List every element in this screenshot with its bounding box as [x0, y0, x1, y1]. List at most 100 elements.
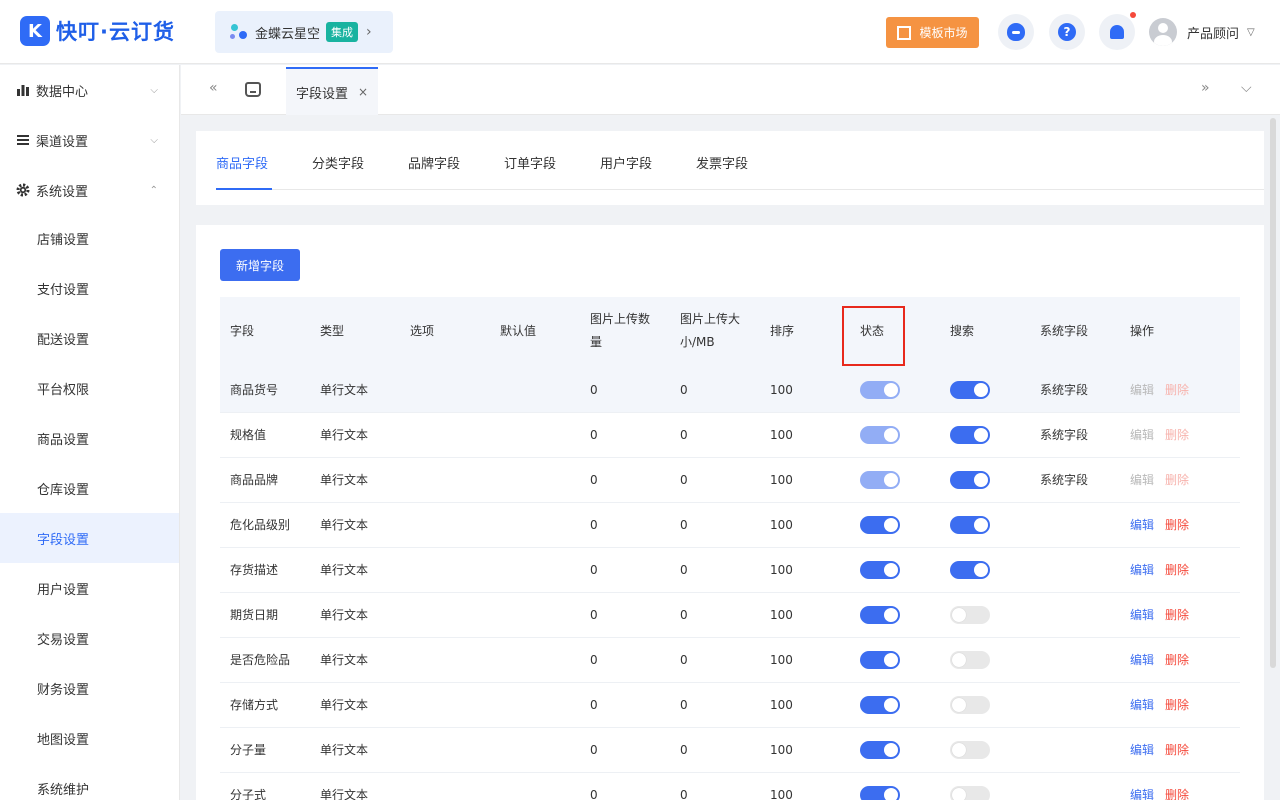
chevron-down-icon[interactable]: ⌵ — [1241, 80, 1252, 96]
status-toggle[interactable] — [860, 786, 900, 800]
cell-type: 单行文本 — [320, 428, 369, 442]
add-field-button[interactable]: 新增字段 — [220, 249, 300, 281]
edit-link[interactable]: 编辑 — [1130, 773, 1154, 800]
customer-service-button[interactable] — [998, 14, 1034, 50]
sidebar-group-system[interactable]: 系统设置 ⌃ — [0, 165, 180, 215]
close-icon[interactable]: × — [358, 85, 368, 99]
status-toggle[interactable] — [860, 561, 900, 579]
delete-link[interactable]: 删除 — [1165, 638, 1189, 682]
page-scrollbar[interactable] — [1270, 118, 1276, 668]
user-menu[interactable]: 产品顾问 ▽ — [1149, 18, 1255, 46]
cell-sort: 100 — [770, 383, 793, 397]
search-toggle[interactable] — [950, 741, 990, 759]
cell-sort: 100 — [770, 608, 793, 622]
tab-field-settings[interactable]: 字段设置 × — [286, 67, 378, 115]
search-toggle[interactable] — [950, 381, 990, 399]
user-name: 产品顾问 — [1187, 26, 1240, 42]
status-toggle — [860, 426, 900, 444]
status-column-highlight — [842, 306, 905, 366]
edit-link[interactable]: 编辑 — [1130, 683, 1154, 727]
column-header-image-count-2: 量 — [590, 335, 603, 349]
status-toggle[interactable] — [860, 741, 900, 759]
edit-link: 编辑 — [1130, 383, 1155, 397]
status-toggle[interactable] — [860, 696, 900, 714]
sidebar-item-warehouse[interactable]: 仓库设置 — [0, 463, 179, 513]
kingdee-integration-banner[interactable]: 金蝶云星空 集成 › — [215, 11, 393, 53]
delete-link[interactable]: 删除 — [1165, 683, 1189, 727]
cell-img-size: 0 — [680, 743, 688, 757]
notification-button[interactable] — [1099, 14, 1135, 50]
tab-order-fields[interactable]: 订单字段 — [504, 153, 556, 172]
search-toggle[interactable] — [950, 471, 990, 489]
search-toggle[interactable] — [950, 561, 990, 579]
edit-link[interactable]: 编辑 — [1130, 728, 1154, 772]
search-toggle[interactable] — [950, 786, 990, 800]
cell-sort: 100 — [770, 563, 793, 577]
tab-goods-fields[interactable]: 商品字段 — [216, 153, 268, 172]
delete-link[interactable]: 删除 — [1165, 548, 1189, 592]
cell-img-size: 0 — [680, 518, 688, 532]
status-toggle — [860, 471, 900, 489]
cell-system: 系统字段 — [1040, 473, 1089, 487]
sidebar-item-goods[interactable]: 商品设置 — [0, 413, 179, 463]
sidebar-group-label: 数据中心 — [36, 84, 89, 100]
tab-user-fields[interactable]: 用户字段 — [600, 153, 652, 172]
column-header-actions: 操作 — [1130, 324, 1155, 338]
sidebar-group-data-center[interactable]: 数据中心 ⌵ — [0, 65, 180, 115]
search-toggle[interactable] — [950, 696, 990, 714]
search-toggle[interactable] — [950, 426, 990, 444]
sidebar-item-maintenance[interactable]: 系统维护 — [0, 763, 179, 800]
cell-img-size: 0 — [680, 563, 688, 577]
template-market-label: 模板市场 — [919, 26, 968, 40]
table-row: 存货描述 单行文本 0 0 100 编辑 删除 — [220, 548, 1240, 593]
sidebar-item-payment[interactable]: 支付设置 — [0, 263, 179, 313]
active-tab-indicator — [216, 188, 272, 190]
cell-type: 单行文本 — [320, 698, 369, 712]
sidebar-item-fields[interactable]: 字段设置 — [0, 513, 179, 563]
logo-icon: K — [20, 16, 50, 46]
column-header-type: 类型 — [320, 324, 345, 338]
collapse-left-icon[interactable]: « — [209, 80, 218, 96]
status-toggle[interactable] — [860, 651, 900, 669]
sidebar-item-shop[interactable]: 店铺设置 — [0, 213, 179, 263]
cell-type: 单行文本 — [320, 788, 369, 800]
scroll-right-icon[interactable]: » — [1201, 80, 1210, 96]
tab-category-fields[interactable]: 分类字段 — [312, 153, 364, 172]
delete-link[interactable]: 删除 — [1165, 773, 1189, 800]
field-table-card: 新增字段 字段 类型 选项 默认值 图片上传数 量 图片上传大 小/MB 排序 … — [196, 225, 1264, 800]
sidebar-item-finance[interactable]: 财务设置 — [0, 663, 179, 713]
status-toggle[interactable] — [860, 606, 900, 624]
edit-link[interactable]: 编辑 — [1130, 638, 1154, 682]
tab-brand-fields[interactable]: 品牌字段 — [408, 153, 460, 172]
delete-link[interactable]: 删除 — [1165, 503, 1189, 547]
tab-invoice-fields[interactable]: 发票字段 — [696, 153, 748, 172]
cell-field: 商品品牌 — [230, 473, 279, 487]
search-toggle[interactable] — [950, 606, 990, 624]
cell-type: 单行文本 — [320, 608, 369, 622]
template-market-button[interactable]: 模板市场 — [886, 17, 979, 48]
table-row: 商品品牌 单行文本 0 0 100 系统字段 编辑 删除 — [220, 458, 1240, 503]
sidebar-item-map[interactable]: 地图设置 — [0, 713, 179, 763]
sidebar-group-channel[interactable]: 渠道设置 ⌵ — [0, 115, 180, 165]
delete-link[interactable]: 删除 — [1165, 728, 1189, 772]
cell-type: 单行文本 — [320, 473, 369, 487]
sidebar-item-permissions[interactable]: 平台权限 — [0, 363, 179, 413]
edit-link[interactable]: 编辑 — [1130, 548, 1154, 592]
edit-link[interactable]: 编辑 — [1130, 593, 1154, 637]
search-toggle[interactable] — [950, 651, 990, 669]
chevron-up-icon: ⌃ — [149, 184, 158, 196]
app-logo[interactable]: K 快叮·云订货 — [20, 16, 175, 46]
search-toggle[interactable] — [950, 516, 990, 534]
delete-link[interactable]: 删除 — [1165, 593, 1189, 637]
column-header-options: 选项 — [410, 324, 435, 338]
table-row: 危化品级别 单行文本 0 0 100 编辑 删除 — [220, 503, 1240, 548]
edit-link[interactable]: 编辑 — [1130, 503, 1154, 547]
sidebar-group-label: 系统设置 — [36, 184, 89, 200]
sidebar-item-users[interactable]: 用户设置 — [0, 563, 179, 613]
sidebar-item-delivery[interactable]: 配送设置 — [0, 313, 179, 363]
help-button[interactable]: ? — [1049, 14, 1085, 50]
sidebar-item-trade[interactable]: 交易设置 — [0, 613, 179, 663]
status-toggle[interactable] — [860, 516, 900, 534]
home-icon[interactable] — [245, 82, 261, 97]
chevron-right-icon: › — [366, 24, 372, 40]
